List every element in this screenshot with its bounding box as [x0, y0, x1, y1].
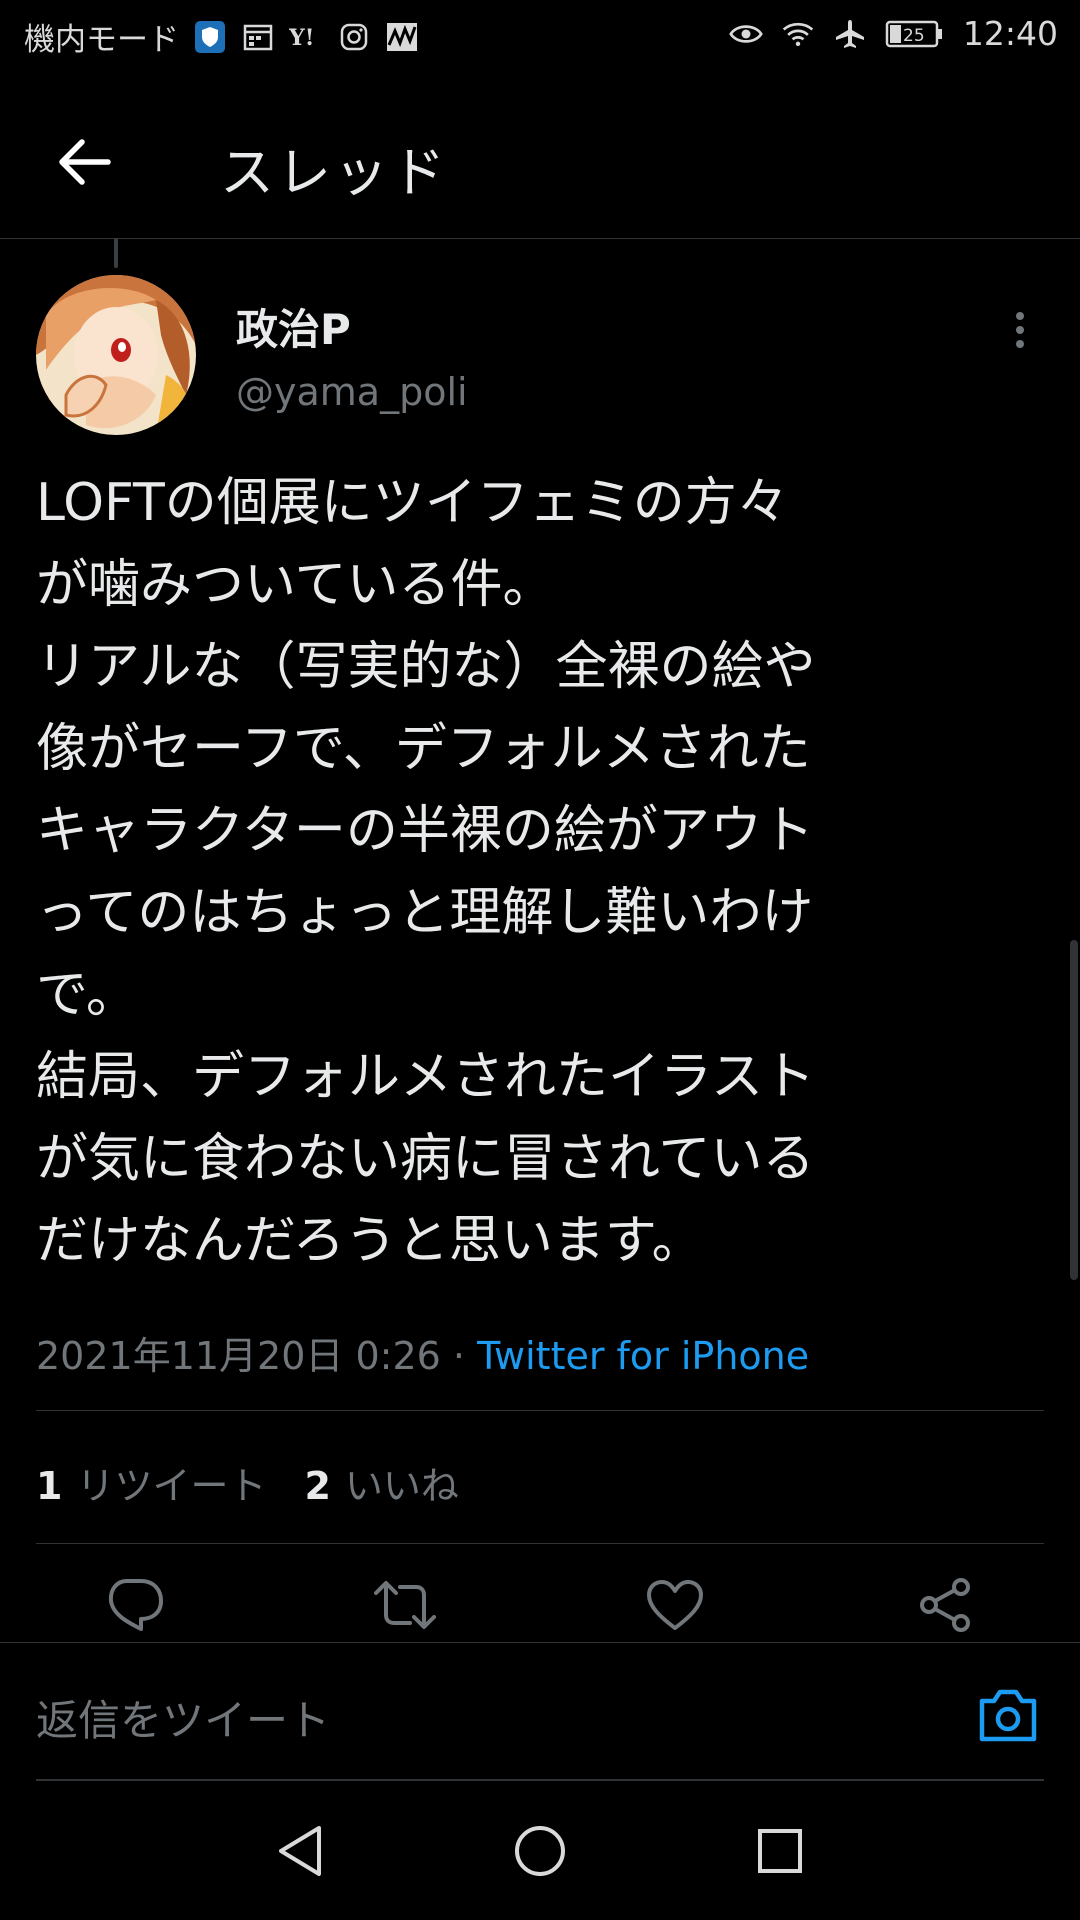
reply-button[interactable]: [100, 1570, 170, 1640]
reply-underline: [36, 1779, 1044, 1781]
clock: 12:40: [962, 14, 1058, 53]
tweet-text-line: リアルな（写実的な）全裸の絵や: [36, 637, 816, 697]
more-vertical-icon: [1016, 312, 1024, 348]
svg-text:Y!: Y!: [289, 25, 314, 49]
status-bar: 機内モード Y! 25 12:40: [0, 0, 1080, 78]
scrollbar[interactable]: [1070, 940, 1078, 1280]
calendar-icon: [241, 20, 275, 54]
reply-input[interactable]: 返信をツイート: [36, 1687, 330, 1748]
reply-icon: [108, 1579, 163, 1631]
yahoo-icon: Y!: [289, 20, 323, 54]
tweet-text-line: 像がセーフで、デフォルメされた: [36, 719, 811, 779]
status-right: 25 12:40: [729, 14, 1058, 53]
airplane-icon: [833, 17, 867, 51]
circle-home-icon: [515, 1826, 565, 1876]
camera-icon: [979, 1689, 1037, 1742]
square-recents-icon: [758, 1829, 802, 1873]
tweet-text-line: キャラクターの半裸の絵がアウト: [36, 801, 814, 861]
back-button[interactable]: [44, 122, 124, 202]
tweet-timestamp[interactable]: 2021年11月20日 0:26: [36, 1334, 441, 1378]
arrow-left-icon: [59, 139, 111, 185]
activity-icon: [385, 20, 419, 54]
camera-button[interactable]: [968, 1675, 1048, 1755]
nav-home-button[interactable]: [505, 1816, 575, 1886]
engagement-counts: 1 リツイート 2 いいね: [36, 1455, 459, 1510]
app-header: スレッド: [0, 78, 1080, 239]
airplane-mode-text: 機内モード: [24, 22, 179, 58]
like-count: 2: [304, 1464, 331, 1508]
instagram-icon: [337, 20, 371, 54]
divider: [36, 1410, 1044, 1411]
tweet-text-line: LOFTの個展にツイフェミの方々: [36, 473, 789, 533]
tweet-text-line: 結局、デフォルメされたイラスト: [36, 1047, 815, 1107]
tweet-text-line: で。: [36, 965, 138, 1025]
retweet-count-link[interactable]: 1 リツイート: [36, 1455, 266, 1510]
shield-icon: [193, 20, 227, 54]
tweet-text: LOFTの個展にツイフェミの方々 が噛みついている件。 リアルな（写実的な）全裸…: [36, 462, 1046, 1282]
battery-icon: 25: [885, 17, 945, 51]
thread-connector-line: [114, 238, 118, 268]
like-button[interactable]: [640, 1570, 710, 1640]
heart-icon: [647, 1580, 703, 1630]
battery-level: 25: [903, 26, 925, 46]
more-options-button[interactable]: [1000, 300, 1040, 360]
retweet-icon: [374, 1581, 436, 1629]
display-name[interactable]: 政治P: [236, 296, 351, 357]
wifi-icon: [781, 17, 815, 51]
tweet-text-line: だけなんだろうと思います。: [36, 1211, 704, 1271]
avatar-image: [36, 275, 196, 435]
retweet-button[interactable]: [370, 1570, 440, 1640]
status-left: 機内モード Y!: [24, 14, 419, 59]
divider: [36, 1543, 1044, 1544]
like-count-link[interactable]: 2 いいね: [304, 1455, 458, 1510]
retweet-count: 1: [36, 1464, 63, 1508]
tweet-text-line: が噛みついている件。: [36, 555, 555, 615]
tweet-meta: 2021年11月20日 0:26 · Twitter for iPhone: [36, 1325, 809, 1380]
triangle-back-icon: [279, 1826, 321, 1876]
nav-recents-button[interactable]: [745, 1816, 815, 1886]
tweet-source-link[interactable]: Twitter for iPhone: [477, 1334, 809, 1378]
share-icon: [920, 1578, 970, 1632]
eye-icon: [729, 17, 763, 51]
tweet-action-bar: [0, 1570, 1080, 1640]
page-title: スレッド: [220, 141, 448, 204]
share-button[interactable]: [910, 1570, 980, 1640]
like-count-label: いいね: [344, 1464, 459, 1508]
user-handle[interactable]: @yama_poli: [236, 370, 468, 414]
android-nav-bar: [0, 1782, 1080, 1920]
nav-back-button[interactable]: [265, 1816, 335, 1886]
reply-composer: 返信をツイート: [0, 1642, 1080, 1783]
avatar[interactable]: [36, 275, 196, 435]
meta-separator: ·: [452, 1334, 466, 1378]
tweet-text-line: ってのはちょっと理解し難いわけ: [36, 883, 814, 943]
tweet-text-line: が気に食わない病に冒されている: [36, 1129, 815, 1189]
retweet-count-label: リツイート: [76, 1464, 267, 1508]
